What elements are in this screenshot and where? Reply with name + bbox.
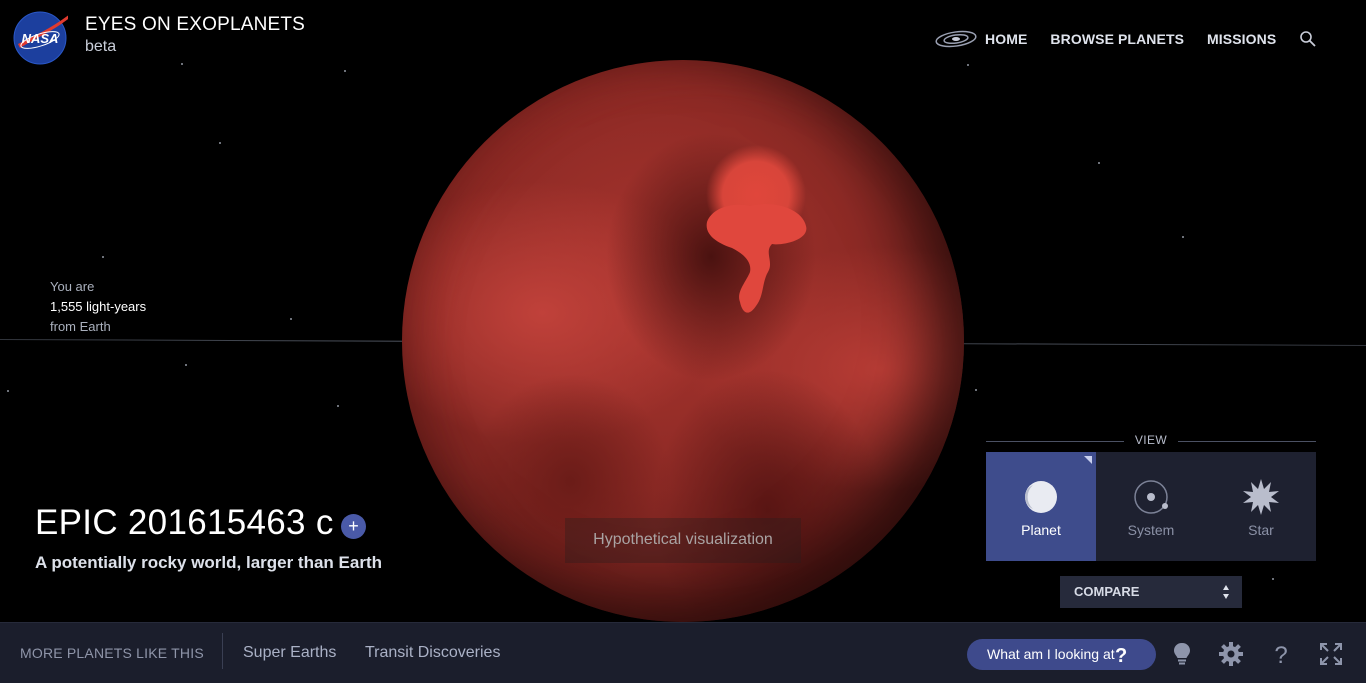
tab-star-label: Star [1248,522,1274,538]
app-subtitle: beta [85,38,117,55]
lightbulb-icon[interactable] [1169,641,1195,667]
active-corner-icon [1084,456,1092,464]
question-mark-icon: ? [1115,645,1128,667]
more-planets-label: MORE PLANETS LIKE THIS [20,645,204,661]
top-nav: HOME BROWSE PLANETS MISSIONS [934,30,1317,48]
search-icon[interactable] [1299,30,1317,48]
tab-system-label: System [1127,522,1175,538]
what-button-label: What am I looking at [987,646,1115,662]
distance-line-3: from Earth [50,319,111,334]
distance-value: 1,555 light-years [50,299,147,314]
link-transit-discoveries[interactable]: Transit Discoveries [365,644,500,662]
view-label: VIEW [1134,433,1168,447]
compare-select[interactable]: COMPARE [1060,576,1242,608]
planet-name: EPIC 201615463 c [35,503,334,542]
distance-line-1: You are [50,279,95,294]
hypothetical-visualization-label: Hypothetical visualization [565,518,801,563]
nav-missions[interactable]: MISSIONS [1207,31,1276,47]
fullscreen-icon[interactable] [1318,641,1344,667]
what-am-i-looking-at-button[interactable]: What am I looking at ? [967,639,1156,670]
view-header: VIEW [986,432,1316,450]
gear-icon[interactable] [1218,641,1244,667]
compare-label: COMPARE [1074,584,1140,599]
planet-surface-feature [706,204,807,313]
system-icon [1134,480,1168,514]
select-arrows-icon [1223,585,1229,599]
galaxy-icon[interactable] [934,30,978,48]
nasa-logo[interactable]: NASA [12,10,68,66]
tab-planet[interactable]: Planet [986,452,1096,561]
view-divider-right [1178,441,1316,442]
bottom-divider [222,633,223,669]
planet-tagline: A potentially rocky world, larger than E… [35,553,382,572]
tab-planet-label: Planet [1021,522,1061,538]
view-tabs: Planet System Star [986,452,1316,561]
planet-icon [1025,481,1057,513]
svg-text:NASA: NASA [22,31,59,46]
star-icon [1243,479,1279,515]
help-icon[interactable]: ? [1268,641,1294,667]
svg-text:?: ? [1274,642,1287,667]
link-super-earths[interactable]: Super Earths [243,644,336,662]
nav-home[interactable]: HOME [985,31,1027,47]
app-title[interactable]: EYES ON EXOPLANETS [85,14,305,36]
add-planet-button[interactable]: + [341,514,366,539]
distance-readout: You are 1,555 light-years from Earth [50,277,146,337]
bottom-bar: MORE PLANETS LIKE THIS Super Earths Tran… [0,622,1366,683]
tab-system[interactable]: System [1096,452,1206,561]
tab-star[interactable]: Star [1206,452,1316,561]
nav-browse-planets[interactable]: BROWSE PLANETS [1050,31,1184,47]
